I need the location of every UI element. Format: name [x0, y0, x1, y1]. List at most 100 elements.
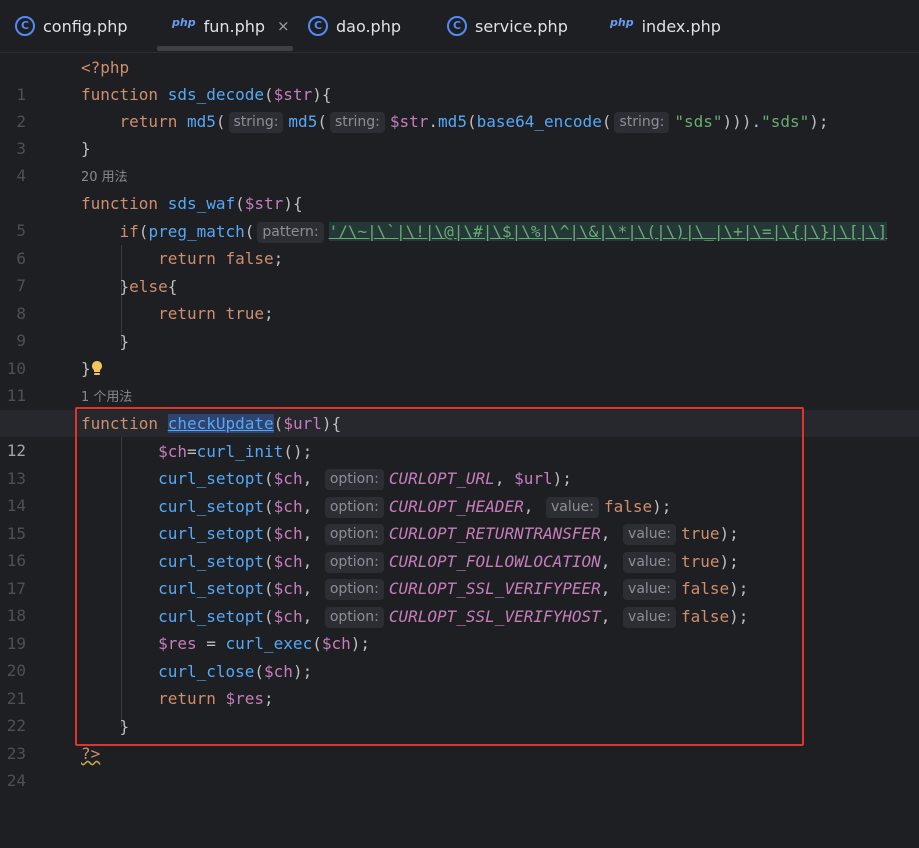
code-token: $url	[514, 469, 553, 488]
param-hint: option:	[324, 579, 384, 600]
class-file-icon: C	[15, 16, 35, 36]
code-line: 10 }	[0, 328, 919, 378]
param-hint: option:	[324, 497, 384, 518]
code-line: 22 return $res;	[0, 685, 919, 735]
tab-fun-php[interactable]: php fun.php ×	[172, 0, 290, 52]
code-token: CURLOPT_SSL_VERIFYPEER	[388, 579, 601, 598]
code-line: 5 function sds_waf($str){	[0, 190, 919, 240]
param-hint: option:	[324, 469, 384, 490]
code-token: curl_setopt	[158, 524, 265, 543]
code-token: return	[158, 249, 216, 268]
code-token: $ch	[158, 442, 187, 461]
code-line: 24 ?>	[0, 740, 919, 790]
code-token: CURLOPT_RETURNTRANSFER	[388, 524, 601, 543]
line-number: 11	[6, 386, 26, 405]
code-token: ?>	[81, 744, 101, 763]
code-token: CURLOPT_HEADER	[388, 497, 524, 516]
param-hint: value:	[545, 497, 599, 518]
code-line: 18 curl_setopt($ch, option: CURLOPT_SSL_V…	[0, 575, 919, 625]
code-token: sds_waf	[167, 194, 236, 213]
code-line: 6 if(preg_match(pattern: '/\~|\`|\!|\@|\#…	[0, 218, 919, 268]
tab-label: fun.php	[203, 16, 266, 36]
code-editor[interactable]: 1 <?php 2 function sds_decode($str){ 3 r…	[0, 53, 919, 790]
code-line: 19 curl_setopt($ch, option: CURLOPT_SSL_V…	[0, 603, 919, 653]
code-line: 1 <?php	[0, 54, 919, 104]
tab-config-php[interactable]: C config.php	[15, 0, 128, 52]
code-token: false	[603, 497, 653, 516]
code-token: $str	[273, 85, 313, 104]
code-token: $str	[389, 112, 429, 131]
code-line: 14 curl_setopt($ch, option: CURLOPT_URL, …	[0, 465, 919, 515]
code-token: md5	[438, 112, 467, 131]
line-number: 4	[16, 166, 26, 185]
code-token: curl_exec	[225, 634, 313, 653]
code-token: curl_setopt	[158, 497, 265, 516]
tab-index-php[interactable]: php index.php	[610, 0, 721, 52]
code-token: $ch	[264, 662, 293, 681]
code-line-current: 12 function checkUpdate($url){	[0, 410, 919, 460]
tab-dao-php[interactable]: C dao.php	[308, 0, 401, 52]
code-token: function	[81, 414, 159, 433]
code-token: preg_match	[148, 222, 245, 241]
code-token: curl_setopt	[158, 469, 265, 488]
code-token: curl_close	[158, 662, 255, 681]
code-token: return	[119, 112, 178, 131]
tab-service-php[interactable]: C service.php	[447, 0, 568, 52]
code-token: "sds"	[674, 112, 723, 131]
code-token: sds_decode	[167, 85, 265, 104]
param-hint: option:	[324, 552, 384, 573]
code-token: md5	[288, 112, 318, 131]
code-token: "sds"	[761, 112, 810, 131]
usage-hint[interactable]: 20 用法	[81, 167, 128, 189]
code-token: checkUpdate	[167, 414, 274, 433]
code-token: return	[158, 304, 216, 323]
tab-label: service.php	[475, 16, 568, 36]
code-token: else	[129, 277, 168, 296]
param-hint: value:	[623, 552, 676, 573]
param-hint: option:	[324, 524, 384, 545]
code-line: 23 }	[0, 713, 919, 763]
code-line: 20 $res = curl_exec($ch);	[0, 630, 919, 680]
tab-label: config.php	[43, 16, 128, 36]
code-token: curl_setopt	[158, 607, 265, 626]
code-line: 15 curl_setopt($ch, option: CURLOPT_HEADE…	[0, 493, 919, 543]
code-token: CURLOPT_SSL_VERIFYHOST	[388, 607, 601, 626]
code-token: function	[81, 194, 159, 213]
tab-label: dao.php	[336, 16, 402, 36]
param-hint: value:	[623, 607, 676, 628]
param-hint: value:	[623, 579, 676, 600]
class-file-icon: C	[308, 16, 328, 36]
code-line: 7 return false;	[0, 245, 919, 295]
code-line: 21 curl_close($ch);	[0, 658, 919, 708]
code-line: 16 curl_setopt($ch, option: CURLOPT_RETUR…	[0, 520, 919, 570]
code-token: $ch	[321, 634, 351, 653]
code-token: $str	[244, 194, 284, 213]
lightbulb-icon[interactable]	[91, 357, 103, 375]
code-token: curl_setopt	[158, 552, 265, 571]
php-file-icon: php	[172, 15, 196, 29]
code-line: 2 function sds_decode($str){	[0, 81, 919, 131]
active-tab-indicator	[157, 46, 293, 51]
param-hint: pattern:	[257, 222, 324, 243]
regex-literal: '/\~|\`|\!|\@|\#|\$|\%|\^|\&|\*|\(|\)|\_…	[328, 222, 888, 241]
code-line: 3 return md5(string: md5(string: $str.md5(…	[0, 108, 919, 158]
code-token: false	[681, 579, 730, 598]
editor-tab-bar: C config.php php fun.php × C dao.php C s…	[0, 0, 919, 53]
code-token: $res	[158, 634, 197, 653]
code-token: <?php	[81, 58, 130, 77]
code-token: true	[681, 552, 720, 571]
code-token: $ch	[273, 469, 303, 488]
code-token: $url	[283, 414, 322, 433]
param-hint: option:	[324, 607, 384, 628]
code-token: if	[119, 222, 139, 241]
code-token: function	[81, 85, 159, 104]
php-file-icon: php	[610, 15, 634, 29]
param-hint: string:	[614, 112, 670, 133]
code-token: $ch	[273, 579, 303, 598]
param-hint: string:	[329, 112, 385, 133]
code-line: 17 curl_setopt($ch, option: CURLOPT_FOLLO…	[0, 548, 919, 598]
code-line: 9 return true;	[0, 300, 919, 350]
usage-hint[interactable]: 1 个用法	[81, 387, 132, 409]
close-icon[interactable]: ×	[277, 17, 290, 35]
code-token: $res	[225, 689, 265, 708]
